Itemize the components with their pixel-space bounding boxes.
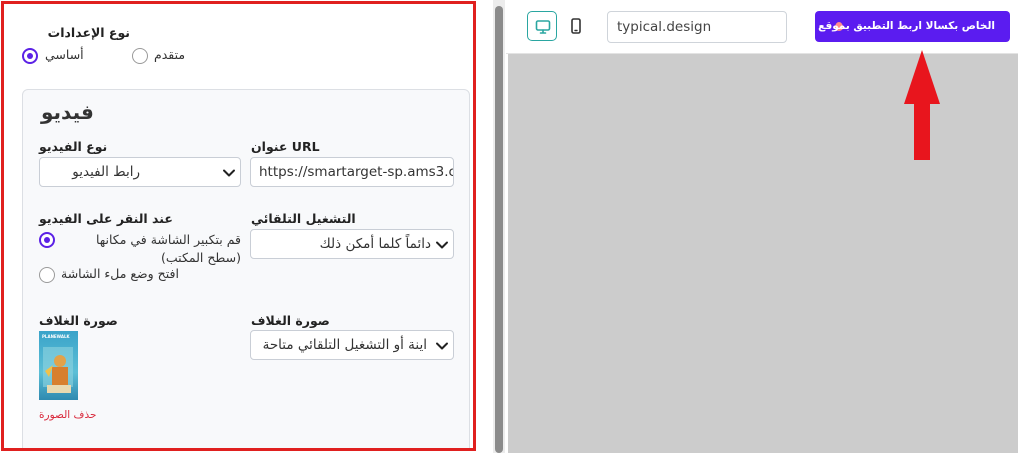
cover-select-label: صورة الغلاف: [251, 313, 330, 328]
mobile-view-button[interactable]: [561, 11, 591, 41]
desktop-view-button[interactable]: [527, 11, 557, 41]
zoom-in-place-radio[interactable]: [39, 232, 55, 248]
cover-image-label: صورة الغلاف: [39, 313, 118, 328]
advanced-radio[interactable]: [132, 48, 148, 64]
scrollbar-thumb[interactable]: [495, 6, 503, 453]
chevron-down-icon: [436, 342, 448, 350]
url-input[interactable]: https://smartarget-sp.ams3.cc: [250, 157, 454, 187]
monitor-icon: [535, 20, 551, 34]
phone-icon: [571, 18, 581, 34]
url-input-value: https://smartarget-sp.ams3.cc: [259, 164, 454, 180]
basic-radio[interactable]: [22, 48, 38, 64]
basic-option-label[interactable]: أساسي: [45, 47, 84, 62]
chevron-down-icon: [223, 169, 235, 177]
fullscreen-label[interactable]: افتح وضع ملء الشاشة: [61, 266, 179, 281]
autoplay-label: التشغيل التلقائي: [251, 211, 356, 226]
video-type-label: نوع الفيديو: [39, 139, 108, 154]
cover-thumbnail-caption: PLANEWALK: [42, 334, 70, 339]
chevron-down-icon: [436, 241, 448, 249]
arrow-up-icon: [904, 50, 940, 160]
delete-image-link[interactable]: حذف الصورة: [39, 409, 96, 421]
site-domain-value: typical.design: [617, 19, 712, 35]
click-behavior-label: عند النقر على الفيديو: [39, 211, 173, 226]
zoom-in-place-label[interactable]: قم بتكبير الشاشة في مكانها (سطح المكتب): [61, 231, 241, 267]
video-type-select[interactable]: رابط الفيديو: [39, 157, 241, 187]
site-domain-input[interactable]: typical.design: [607, 11, 787, 43]
advanced-option-label[interactable]: متقدم: [154, 47, 185, 62]
video-type-value: رابط الفيديو: [72, 164, 140, 180]
settings-type-label: نوع الإعدادات: [47, 25, 130, 40]
settings-panel: نوع الإعدادات أساسي متقدم فيديو عنوان UR…: [1, 1, 476, 451]
video-card: فيديو عنوان URL https://smartarget-sp.am…: [22, 89, 470, 448]
cover-mode-value: اينة أو التشغيل التلقائي متاحة: [262, 337, 427, 353]
autoplay-select[interactable]: دائماً كلما أمكن ذلك: [250, 229, 454, 259]
autoplay-value: دائماً كلما أمكن ذلك: [319, 236, 431, 252]
cover-thumbnail-image: [39, 331, 78, 400]
cover-thumbnail[interactable]: PLANEWALK: [39, 331, 78, 400]
video-card-title: فيديو: [41, 100, 94, 124]
connect-app-button[interactable]: الخاص بكسالا اربط التطبيق بموقع: [815, 11, 1010, 42]
url-label: عنوان URL: [251, 139, 320, 154]
fullscreen-radio[interactable]: [39, 267, 55, 283]
cover-mode-select[interactable]: اينة أو التشغيل التلقائي متاحة: [250, 330, 454, 360]
connect-app-button-label: الخاص بكسالا اربط التطبيق بموقع: [818, 20, 995, 32]
